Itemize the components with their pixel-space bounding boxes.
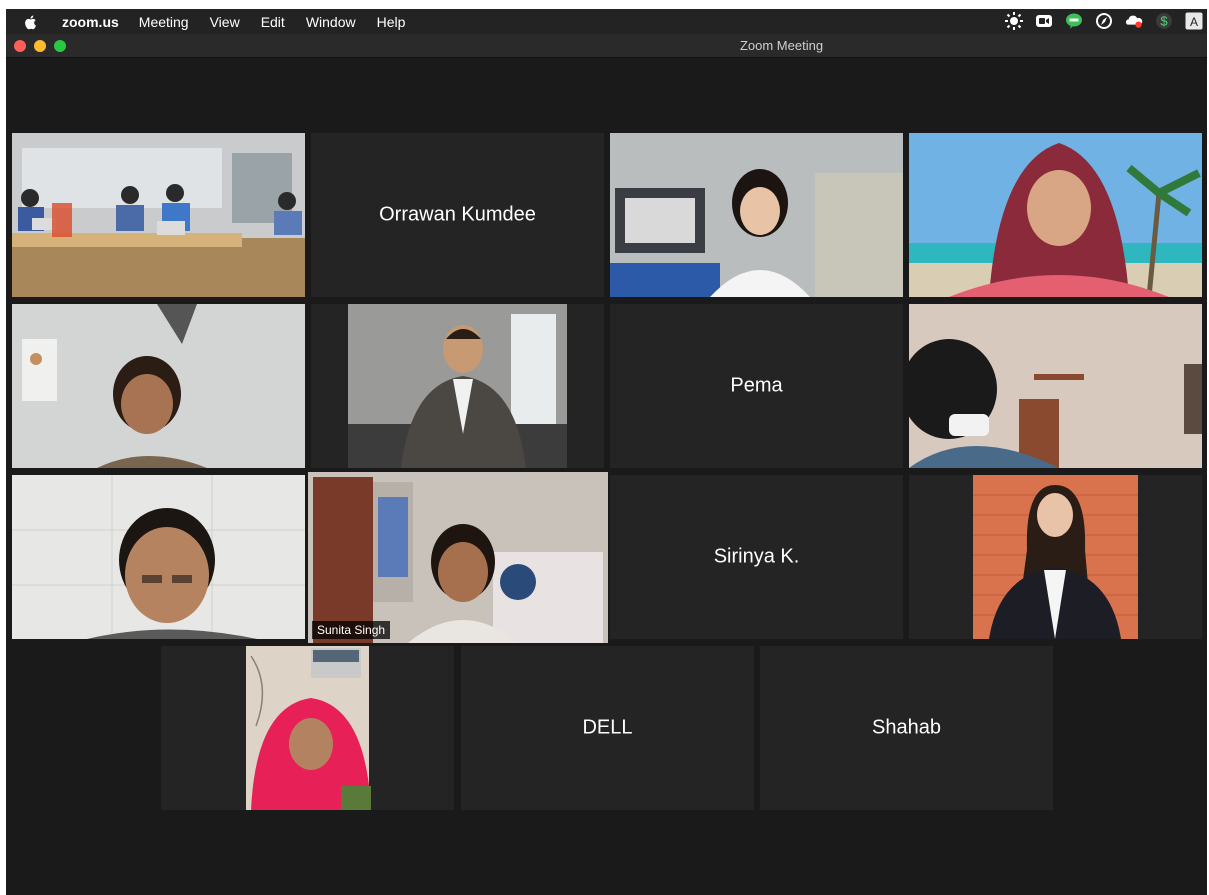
video-tile-woman-wall[interactable] [12,304,305,468]
participant-name: Sirinya K. [713,545,800,568]
input-source-label: A [1189,14,1198,29]
video-tile-man-suit[interactable] [311,304,604,468]
participant-name: Orrawan Kumdee [379,203,536,226]
video-tile-woman-hijab[interactable] [161,646,454,810]
brightness-icon[interactable] [1005,12,1023,30]
line-chat-icon[interactable] [1065,12,1083,30]
menu-meeting[interactable]: Meeting [139,14,189,30]
participant-name: Pema [730,374,783,397]
man-glasses-video [12,475,305,639]
menu-help[interactable]: Help [377,14,406,30]
video-tile-beach-woman[interactable] [909,133,1202,297]
conference-room-video [12,133,305,297]
video-tile-shahab[interactable]: Shahab [760,646,1053,810]
video-tile-masked-man[interactable] [909,304,1202,468]
video-tile-woman-blazer[interactable] [909,475,1202,639]
video-tile-pema[interactable]: Pema [610,304,903,468]
app-menu-zoom[interactable]: zoom.us [62,14,119,30]
video-tile-sunita-singh[interactable]: Sunita Singh [308,472,608,643]
woman-blazer-video [909,475,1202,639]
menu-window[interactable]: Window [306,14,356,30]
participant-name: Shahab [872,716,941,739]
menu-edit[interactable]: Edit [261,14,285,30]
woman-wall-video [12,304,305,468]
creative-cloud-icon[interactable] [1125,12,1143,30]
participant-name-tag: Sunita Singh [312,621,391,639]
dollar-icon[interactable]: $ [1155,12,1173,30]
input-source-icon[interactable]: A [1185,12,1203,30]
office-woman-video [610,133,903,297]
menu-bar: zoom.us Meeting View Edit Window Help $ [6,9,1207,34]
man-suit-video [311,304,604,468]
video-tile-sirinya-k[interactable]: Sirinya K. [610,475,903,639]
gallery-view: Orrawan Kumdee Pema Sunita Singh Sirinya… [6,58,1207,895]
compass-icon[interactable] [1095,12,1113,30]
video-tile-conference-room[interactable] [12,133,305,297]
video-tile-man-glasses[interactable] [12,475,305,639]
menu-view[interactable]: View [210,14,240,30]
video-tile-office-woman[interactable] [610,133,903,297]
zoom-video-icon[interactable] [1035,12,1053,30]
video-tile-dell[interactable]: DELL [461,646,754,810]
status-tray: $ A [1005,12,1203,30]
apple-icon[interactable] [22,13,40,31]
sunita-singh-video [308,472,608,643]
beach-woman-video [909,133,1202,297]
window-title: Zoom Meeting [739,38,824,53]
window-titlebar: Zoom Meeting [6,34,1207,58]
svg-text:$: $ [1160,14,1168,29]
screen: zoom.us Meeting View Edit Window Help $ [6,9,1207,895]
masked-man-video [909,304,1202,468]
video-tile-orrawan-kumdee[interactable]: Orrawan Kumdee [311,133,604,297]
participant-name: DELL [582,716,633,739]
woman-hijab-video [161,646,454,810]
